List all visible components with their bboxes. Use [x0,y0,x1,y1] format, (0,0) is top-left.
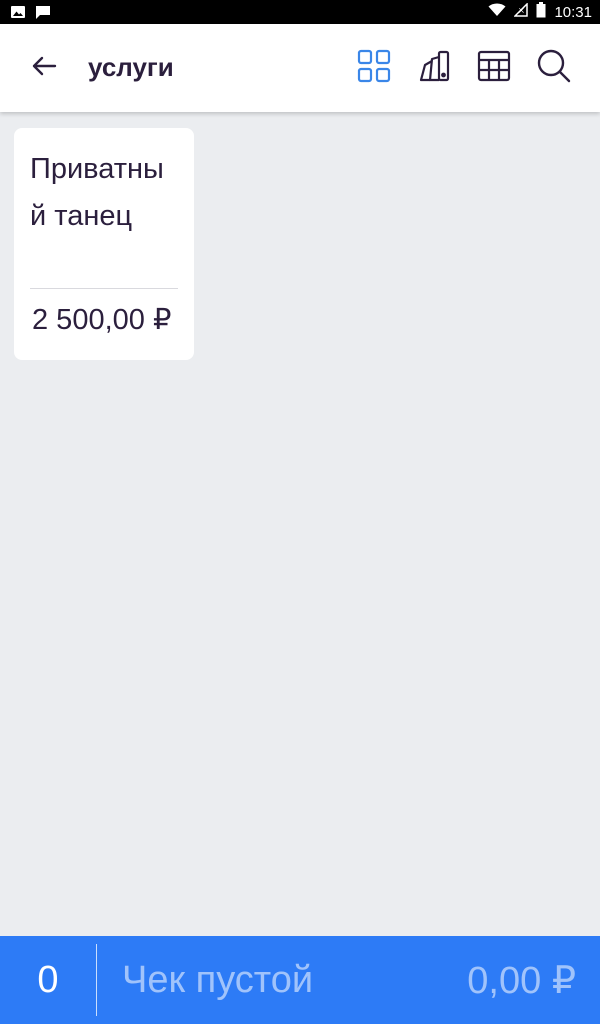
receipt-status: Чек пустой [122,958,314,1001]
receipt-bar[interactable]: 0 Чек пустой 0,00 ₽ [0,936,600,1024]
search-button[interactable] [534,48,574,88]
notification-icons [10,4,52,25]
image-notification-icon [10,4,26,25]
system-icons: 10:31 [488,0,592,24]
search-icon [536,48,572,89]
status-bar: 10:31 [0,0,600,24]
receipt-total: 0,00 ₽ [467,959,576,1002]
swatch-button[interactable] [414,48,454,88]
wifi-icon [488,3,506,22]
no-signal-icon [513,1,529,22]
grid-view-icon [357,49,391,88]
swatch-icon [417,49,451,88]
item-name: Приватный танец [30,153,164,232]
battery-icon [536,1,546,23]
back-button[interactable] [22,48,66,88]
item-price: 2 500,00 ₽ [32,304,172,336]
cart-count: 0 [37,958,59,1001]
table-view-icon [477,49,511,88]
grid-view-button[interactable] [354,48,394,88]
app-bar: услуги [0,24,600,112]
message-notification-icon [34,4,52,25]
item-divider [30,288,178,289]
arrow-left-icon [31,55,57,82]
item-tile[interactable]: Приватный танец 2 500,00 ₽ [14,128,194,360]
items-grid: Приватный танец 2 500,00 ₽ [0,112,600,936]
table-view-button[interactable] [474,48,514,88]
clock: 10:31 [554,3,592,21]
page-title: услуги [88,52,174,82]
receipt-divider [96,944,97,1016]
